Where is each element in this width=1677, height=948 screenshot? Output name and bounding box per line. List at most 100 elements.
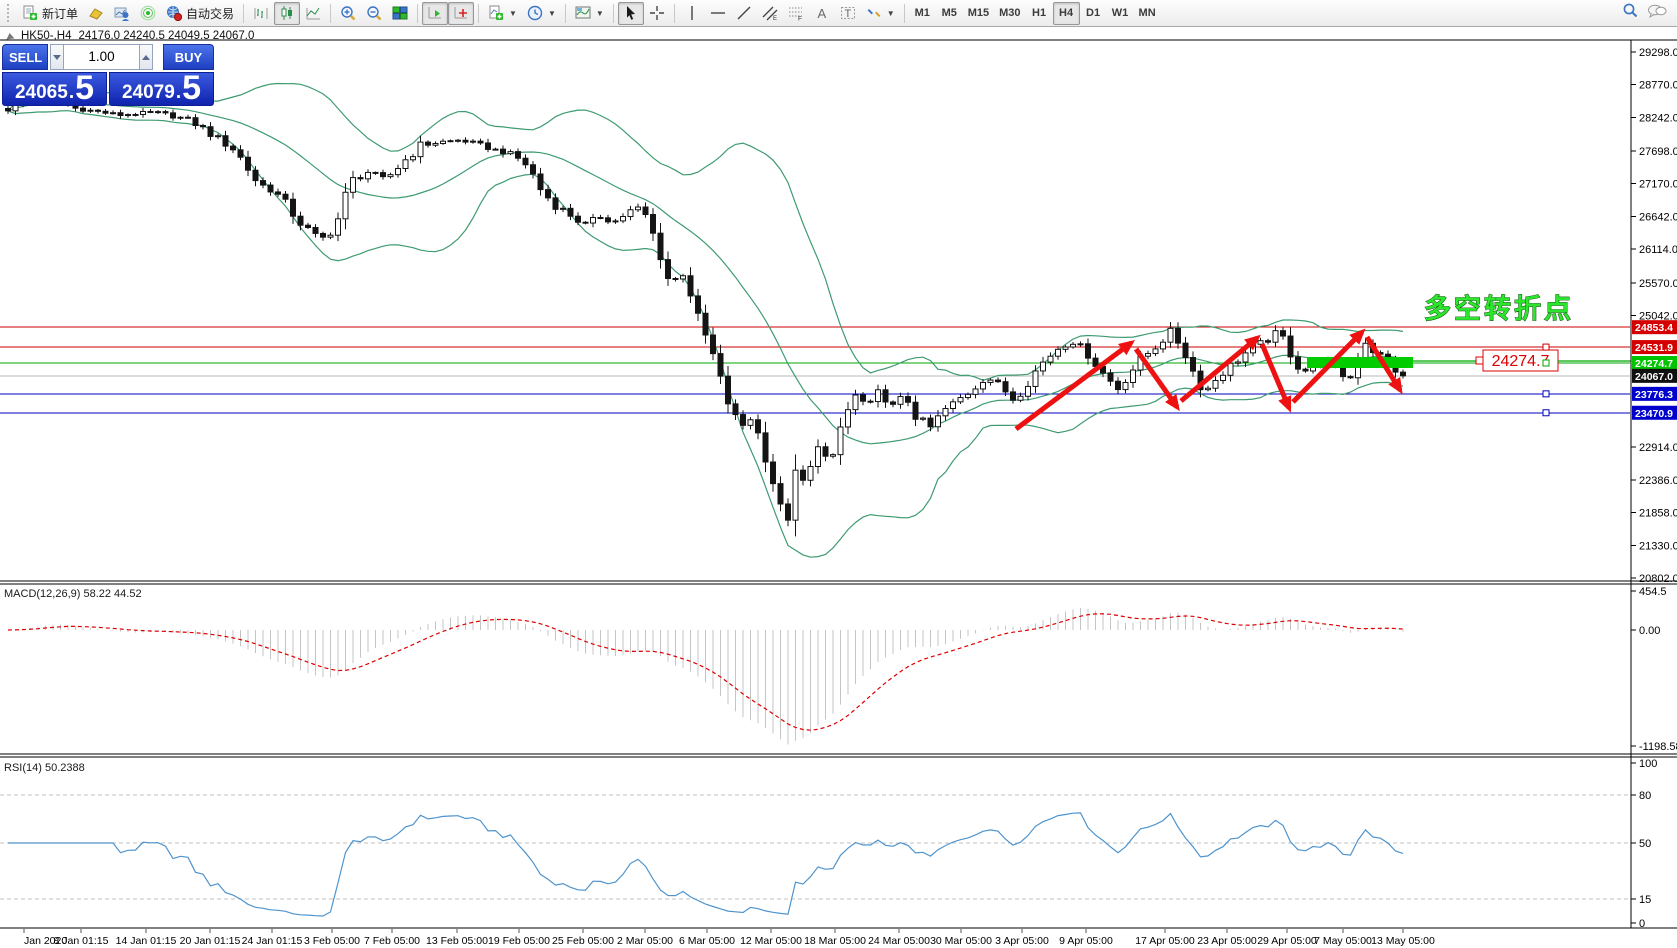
text-tool-button[interactable]: A: [809, 2, 835, 25]
auto-trading-label: 自动交易: [186, 6, 235, 21]
svg-text:多空转折点: 多空转折点: [1424, 293, 1574, 324]
svg-text:22914.0: 22914.0: [1639, 442, 1677, 454]
svg-text:13 May 05:00: 13 May 05:00: [1371, 935, 1435, 947]
dropdown-caret-icon: ▼: [886, 8, 895, 18]
text-label-icon: T: [840, 5, 856, 21]
volume-value[interactable]: 1.00: [64, 44, 139, 70]
svg-text:7 Feb 05:00: 7 Feb 05:00: [364, 935, 420, 947]
gold-chart-icon: [88, 5, 104, 21]
svg-text:21858.0: 21858.0: [1639, 508, 1677, 520]
fibonacci-tool-button[interactable]: F: [783, 2, 809, 25]
volume-increase-button[interactable]: [139, 44, 153, 70]
buy-price-main: 24079: [121, 82, 175, 104]
timeframes-dropdown-button[interactable]: ▼: [522, 2, 561, 25]
svg-text:23470.9: 23470.9: [1635, 408, 1673, 420]
horizontal-line-tool-button[interactable]: [705, 2, 731, 25]
tile-windows-button[interactable]: [387, 2, 413, 25]
timeframe-m15-button[interactable]: M15: [963, 2, 994, 25]
svg-text:25 Feb 05:00: 25 Feb 05:00: [552, 935, 614, 947]
svg-text:13 Feb 05:00: 13 Feb 05:00: [426, 935, 488, 947]
fibonacci-icon: F: [788, 5, 804, 21]
crosshair-button[interactable]: [644, 2, 670, 25]
indicators-button[interactable]: ▼: [483, 2, 522, 25]
timeframe-m5-button[interactable]: M5: [936, 2, 963, 25]
svg-text:18 Mar 05:00: 18 Mar 05:00: [804, 935, 866, 947]
timeframe-w1-button[interactable]: W1: [1107, 2, 1134, 25]
timeframe-d1-button[interactable]: D1: [1080, 2, 1107, 25]
new-order-label: 新订单: [42, 6, 79, 21]
new-order-button[interactable]: 新订单: [17, 2, 83, 25]
cursor-icon: [623, 5, 639, 21]
svg-text:24274.7: 24274.7: [1635, 358, 1673, 370]
search-icon[interactable]: [1622, 2, 1639, 24]
one-click-trading-panel: SELL 1.00 BUY 24065. 5 24079. 5: [2, 44, 214, 106]
svg-text:12 Mar 05:00: 12 Mar 05:00: [740, 935, 802, 947]
svg-text:23776.3: 23776.3: [1635, 389, 1673, 401]
signals-button[interactable]: [135, 2, 161, 25]
buy-button[interactable]: BUY: [163, 44, 214, 70]
dropdown-caret-icon: ▼: [595, 8, 604, 18]
equidistant-channel-tool-button[interactable]: E: [757, 2, 783, 25]
channel-icon: E: [762, 5, 778, 21]
chart-shift-button[interactable]: [448, 1, 475, 25]
timeframe-mn-button[interactable]: MN: [1134, 2, 1161, 25]
svg-text:29 Apr 05:00: 29 Apr 05:00: [1257, 935, 1317, 947]
chart-title: HK50-,H4 24176.0 24240.5 24049.5 24067.0: [5, 30, 254, 42]
timeframe-h4-button[interactable]: H4: [1052, 1, 1080, 25]
vertical-line-tool-button[interactable]: [679, 2, 705, 25]
auto-scroll-button[interactable]: [422, 1, 449, 25]
chart-template-button[interactable]: ▼: [570, 2, 609, 25]
chart-canvas[interactable]: 多空转折点 24274.7 29298.0 28770.0 28242.0 27698.0…: [0, 0, 1677, 948]
svg-text:23 Apr 05:00: 23 Apr 05:00: [1197, 935, 1257, 947]
svg-text:27698.0: 27698.0: [1639, 146, 1677, 158]
svg-text:MACD(12,26,9) 58.22 44.52: MACD(12,26,9) 58.22 44.52: [4, 588, 142, 600]
symbol-triangle-icon: [5, 32, 15, 40]
svg-text:24 Mar 05:00: 24 Mar 05:00: [868, 935, 930, 947]
separator: [330, 3, 332, 23]
label-tool-button[interactable]: T: [835, 2, 861, 25]
separator: [612, 3, 614, 23]
separator: [564, 3, 566, 23]
svg-text:28242.0: 28242.0: [1639, 112, 1677, 124]
chat-icon[interactable]: [1647, 3, 1667, 24]
line-chart-button[interactable]: [300, 2, 326, 25]
timeframe-h1-button[interactable]: H1: [1026, 2, 1053, 25]
sell-button[interactable]: SELL: [2, 44, 48, 70]
zoom-out-button[interactable]: [361, 2, 387, 25]
profile-button[interactable]: [109, 2, 135, 25]
indicators-icon: [488, 5, 504, 21]
new-order-icon: [22, 5, 38, 21]
volume-decrease-button[interactable]: [50, 44, 64, 70]
zoom-in-button[interactable]: [335, 2, 361, 25]
candlestick-chart-button[interactable]: [274, 1, 301, 25]
market-watch-button[interactable]: [83, 2, 109, 25]
bar-chart-button[interactable]: [248, 2, 274, 25]
candlestick-icon: [279, 5, 295, 21]
separator: [673, 3, 675, 23]
svg-text:22386.0: 22386.0: [1639, 475, 1677, 487]
profile-icon: [114, 5, 130, 21]
separator: [417, 3, 419, 23]
zoom-in-icon: [340, 5, 356, 21]
svg-text:0: 0: [1639, 918, 1645, 930]
buy-price-dot: .: [175, 82, 182, 104]
cursor-button[interactable]: [617, 1, 644, 25]
buy-price[interactable]: 24079. 5: [109, 71, 214, 106]
dropdown-caret-icon: ▼: [509, 8, 517, 18]
svg-text:3 Apr 05:00: 3 Apr 05:00: [995, 935, 1049, 947]
timeframe-m1-button[interactable]: M1: [909, 2, 936, 25]
arrows-tool-button[interactable]: ▼: [861, 2, 900, 25]
signal-icon: [140, 5, 156, 21]
separator: [243, 3, 245, 23]
tile-windows-icon: [392, 5, 408, 21]
toolbar: 新订单 自动交易 ▼ ▼ ▼ E F A T ▼ M1 M5 M15 M30 H…: [0, 0, 1677, 27]
svg-text:28770.0: 28770.0: [1639, 80, 1677, 92]
svg-text:15: 15: [1639, 894, 1651, 906]
svg-text:E: E: [773, 16, 777, 21]
svg-text:100: 100: [1639, 758, 1657, 770]
auto-trading-button[interactable]: 自动交易: [161, 2, 239, 25]
trendline-tool-button[interactable]: [731, 2, 757, 25]
timeframe-m30-button[interactable]: M30: [994, 2, 1025, 25]
svg-text:2 Mar 05:00: 2 Mar 05:00: [617, 935, 673, 947]
sell-price[interactable]: 24065. 5: [2, 71, 107, 106]
